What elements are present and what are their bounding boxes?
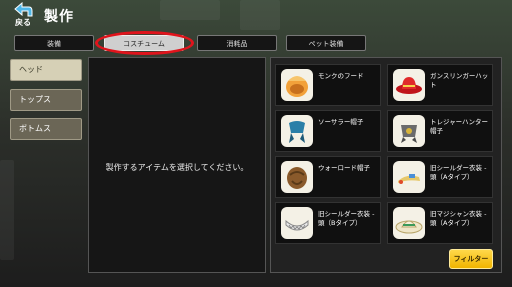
item-name: 旧シールダー衣装 - 頭（Bタイプ） <box>318 210 375 227</box>
tab-costume[interactable]: コスチューム <box>104 35 184 51</box>
back-arrow-icon <box>6 1 40 18</box>
sorcerer-hat-icon <box>281 115 313 147</box>
tab-consumables[interactable]: 消耗品 <box>197 35 277 51</box>
filter-button[interactable]: フィルター <box>449 249 493 269</box>
item-warlord-hat[interactable]: ウォーロード帽子 <box>275 156 381 198</box>
page-title: 製作 <box>44 9 74 25</box>
detail-panel: 製作するアイテムを選択してください。 <box>88 57 266 273</box>
category-head[interactable]: ヘッド <box>10 59 82 81</box>
item-shielder-head-a[interactable]: 旧シールダー衣装 - 頭（Aタイプ） <box>387 156 493 198</box>
item-magician-head-a[interactable]: 旧マジシャン衣装 - 頭（Aタイプ） <box>387 202 493 244</box>
tab-equipment[interactable]: 装備 <box>14 35 94 51</box>
item-name: ガンスリンガーハット <box>430 72 489 89</box>
item-name: 旧シールダー衣装 - 頭（Aタイプ） <box>430 164 487 181</box>
item-treasure-hunter-hat[interactable]: トレジャーハンター帽子 <box>387 110 493 152</box>
background-detail <box>0 160 14 260</box>
magician-head-a-icon <box>393 207 425 239</box>
back-label: 戻る <box>15 18 31 27</box>
item-gunslinger-hat[interactable]: ガンスリンガーハット <box>387 64 493 106</box>
item-name: トレジャーハンター帽子 <box>430 118 489 135</box>
tab-pet-equipment[interactable]: ペット装備 <box>286 35 366 51</box>
tab-bar: 装備 コスチューム 消耗品 ペット装備 <box>14 35 504 51</box>
select-item-message: 製作するアイテムを選択してください。 <box>105 163 249 172</box>
item-shielder-head-b[interactable]: 旧シールダー衣装 - 頭（Bタイプ） <box>275 202 381 244</box>
top-bar: 戻る 製作 <box>0 0 512 32</box>
item-monk-hood[interactable]: モンクのフード <box>275 64 381 106</box>
back-button[interactable]: 戻る <box>6 1 40 30</box>
item-name: ソーサラー帽子 <box>318 118 364 126</box>
shielder-head-a-icon <box>393 161 425 193</box>
category-bottoms[interactable]: ボトムス <box>10 118 82 140</box>
item-name: モンクのフード <box>318 72 364 80</box>
item-name: ウォーロード帽子 <box>318 164 370 172</box>
item-list-panel: モンクのフード ガンスリンガーハット ソーサラー帽子 トレジャーハンター帽子 ウ… <box>270 57 502 273</box>
category-tops[interactable]: トップス <box>10 89 82 111</box>
shielder-head-b-icon <box>281 207 313 239</box>
warlord-hat-icon <box>281 161 313 193</box>
treasure-hunter-hat-icon <box>393 115 425 147</box>
item-name: 旧マジシャン衣装 - 頭（Aタイプ） <box>430 210 487 227</box>
monk-hood-icon <box>281 69 313 101</box>
gunslinger-hat-icon <box>393 69 425 101</box>
item-sorcerer-hat[interactable]: ソーサラー帽子 <box>275 110 381 152</box>
